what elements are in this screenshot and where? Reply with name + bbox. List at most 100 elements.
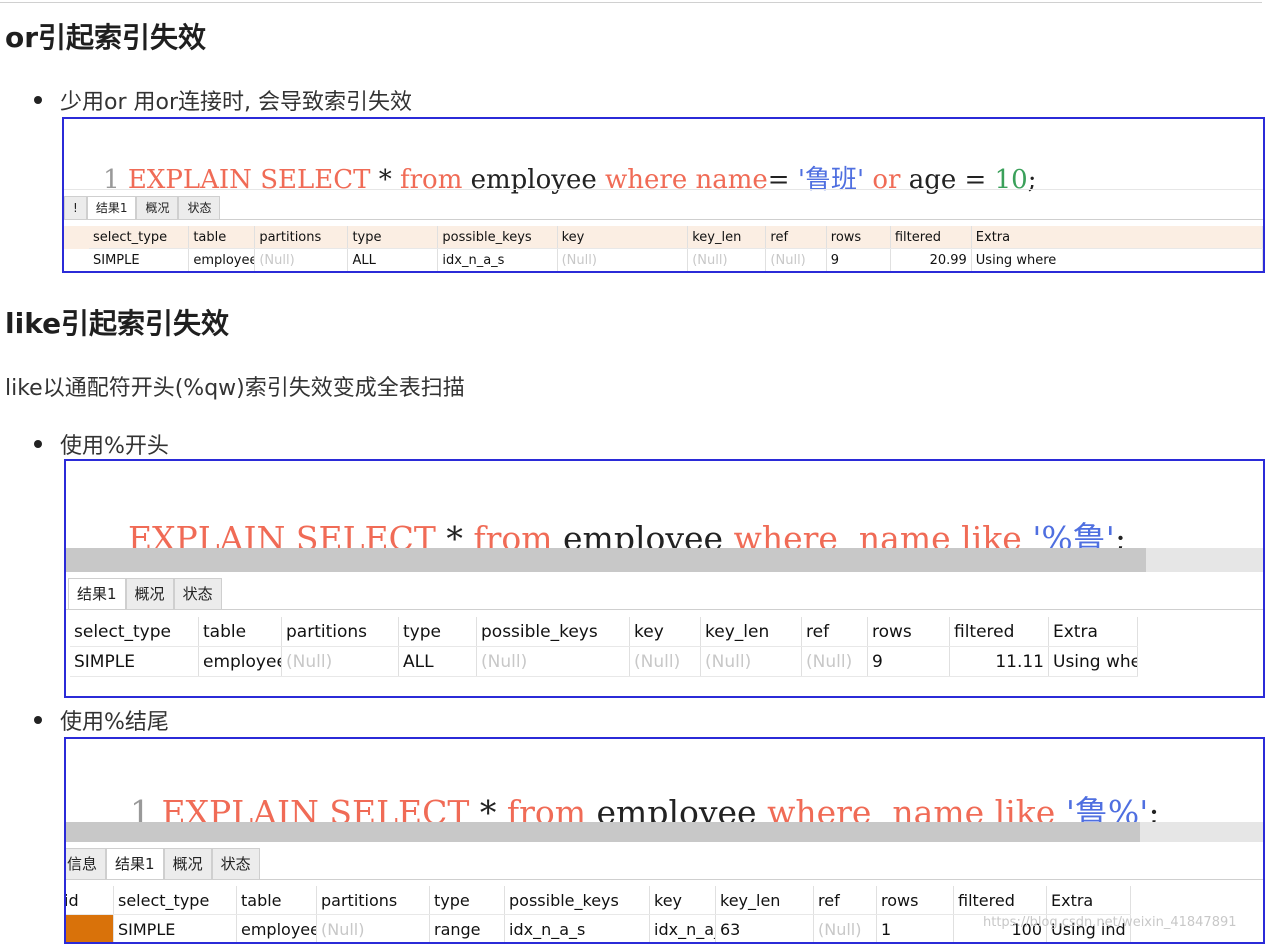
header-row: select_type table partitions type possible_k… [89,226,1263,249]
table-cell[interactable]: SIMPLE [70,646,199,677]
horizontal-scrollbar-thumb[interactable] [66,822,1140,842]
table-cell[interactable]: 9 [826,248,891,271]
column-header[interactable]: select_type [113,886,237,915]
tab-0[interactable]: 信息 [66,848,107,879]
column-header[interactable]: possible_keys [437,226,558,249]
table-cell[interactable]: ALL [398,646,477,677]
column-header[interactable]: select_type [70,617,199,647]
column-header[interactable]: id [66,886,114,915]
sql-token: SELECT [260,165,371,195]
table-cell[interactable]: (Null) [281,646,399,677]
column-header[interactable]: ref [813,886,877,915]
table-cell[interactable]: Using whe [1048,646,1138,677]
table-cell[interactable]: 11.11 [949,646,1049,677]
tab-1[interactable]: 概况 [125,578,174,609]
table-cell[interactable]: employee [188,248,256,271]
tab-1[interactable]: 结果1 [106,848,164,879]
line-number: 1 [103,165,120,195]
explain-result-grid: select_type table partitions type possible_k… [70,617,1138,677]
table-cell[interactable]: SIMPLE [113,914,237,942]
column-header[interactable]: Extra [1048,617,1138,647]
bullet-or: 少用or 用or连接时, 会导致索引失效 [34,84,412,116]
table-cell[interactable]: (Null) [801,646,868,677]
horizontal-scrollbar-thumb[interactable] [66,548,1146,572]
tab-0[interactable]: 结果1 [68,578,126,609]
tab-3[interactable]: 状态 [178,196,221,219]
column-header[interactable]: filtered [949,617,1049,647]
column-header[interactable]: select_type [89,226,190,249]
table-cell[interactable]: 1 [876,914,954,942]
column-header[interactable]: key_len [700,617,802,647]
table-cell[interactable]: range [429,914,505,942]
tab-2[interactable]: 概况 [163,848,212,879]
table-cell[interactable]: idx_n_a_s [504,914,650,942]
column-header[interactable]: rows [826,226,891,249]
column-header[interactable]: key [649,886,716,915]
table-cell[interactable]: SIMPLE [89,248,190,271]
sql-token: from [400,165,463,195]
tab-1[interactable]: 结果1 [86,196,137,219]
table-cell[interactable]: ALL [347,248,439,271]
tab-3[interactable]: 状态 [211,848,260,879]
table-cell[interactable]: 63 [715,914,814,942]
table-cell[interactable]: (Null) [557,248,689,271]
table-cell[interactable]: (Null) [629,646,701,677]
bullet-text: 少用or 用or连接时, 会导致索引失效 [60,90,412,115]
table-cell[interactable]: (Null) [813,914,877,942]
sql-token: '鲁班' [797,165,865,195]
tab-2[interactable]: 概况 [136,196,179,219]
table-cell[interactable]: (Null) [700,646,802,677]
table-cell[interactable] [66,914,114,942]
sql-token: where [605,165,688,195]
table-row[interactable]: SIMPLE employee (Null) ALL (Null) (Null) (Null… [70,646,1138,677]
column-header[interactable]: type [398,617,477,647]
heading-or: or引起索引失效 [5,21,207,54]
column-header[interactable]: type [429,886,505,915]
bullet-text: 使用%结尾 [60,710,169,735]
sql-token: ; [1027,165,1037,195]
column-header[interactable]: key_len [687,226,767,249]
column-header[interactable]: possible_keys [476,617,630,647]
top-divider [0,2,1262,3]
header-row: id select_type table partitions type possible… [66,886,1131,915]
table-cell[interactable]: employee [236,914,317,942]
column-header[interactable]: partitions [316,886,430,915]
column-header[interactable]: rows [867,617,950,647]
column-header[interactable]: type [347,226,439,249]
column-header[interactable]: filtered [890,226,972,249]
table-cell[interactable]: (Null) [476,646,630,677]
column-header[interactable]: key [629,617,701,647]
column-header[interactable]: partitions [281,617,399,647]
column-header[interactable]: possible_keys [504,886,650,915]
table-cell[interactable]: (Null) [765,248,827,271]
column-header[interactable]: ref [765,226,827,249]
table-cell[interactable]: 9 [867,646,950,677]
result-tabs: 结果1 概况 状态 [68,578,222,609]
tab-2[interactable]: 状态 [173,578,222,609]
column-header[interactable]: table [188,226,256,249]
column-header[interactable]: rows [876,886,954,915]
table-cell[interactable]: (Null) [316,914,430,942]
tab-0[interactable]: ! [64,196,87,219]
table-cell[interactable]: (Null) [687,248,767,271]
column-header[interactable]: key_len [715,886,814,915]
column-header[interactable]: table [236,886,317,915]
table-row[interactable]: SIMPLE employee (Null) range idx_n_a_s idx_n_… [66,914,1131,942]
column-header[interactable]: Extra [971,226,1263,249]
table-cell[interactable]: idx_n_a_s [649,914,716,942]
table-cell[interactable]: idx_n_a_s [437,248,558,271]
column-header[interactable]: table [198,617,282,647]
column-header[interactable]: filtered [953,886,1047,915]
table-cell[interactable]: 20.99 [890,248,972,271]
column-header[interactable]: key [557,226,689,249]
table-cell[interactable]: (Null) [254,248,349,271]
table-row[interactable]: SIMPLE employee (Null) ALL idx_n_a_s (Null) (N… [89,248,1263,271]
column-header[interactable]: Extra [1046,886,1131,915]
column-header[interactable]: partitions [254,226,349,249]
csdn-watermark: https://blog.csdn.net/weixin_41847891 [983,915,1237,930]
table-cell[interactable]: Using where [971,248,1263,271]
column-header[interactable]: ref [801,617,868,647]
bullet-like-prefix: 使用%开头 [34,428,169,460]
table-cell[interactable]: employee [198,646,282,677]
